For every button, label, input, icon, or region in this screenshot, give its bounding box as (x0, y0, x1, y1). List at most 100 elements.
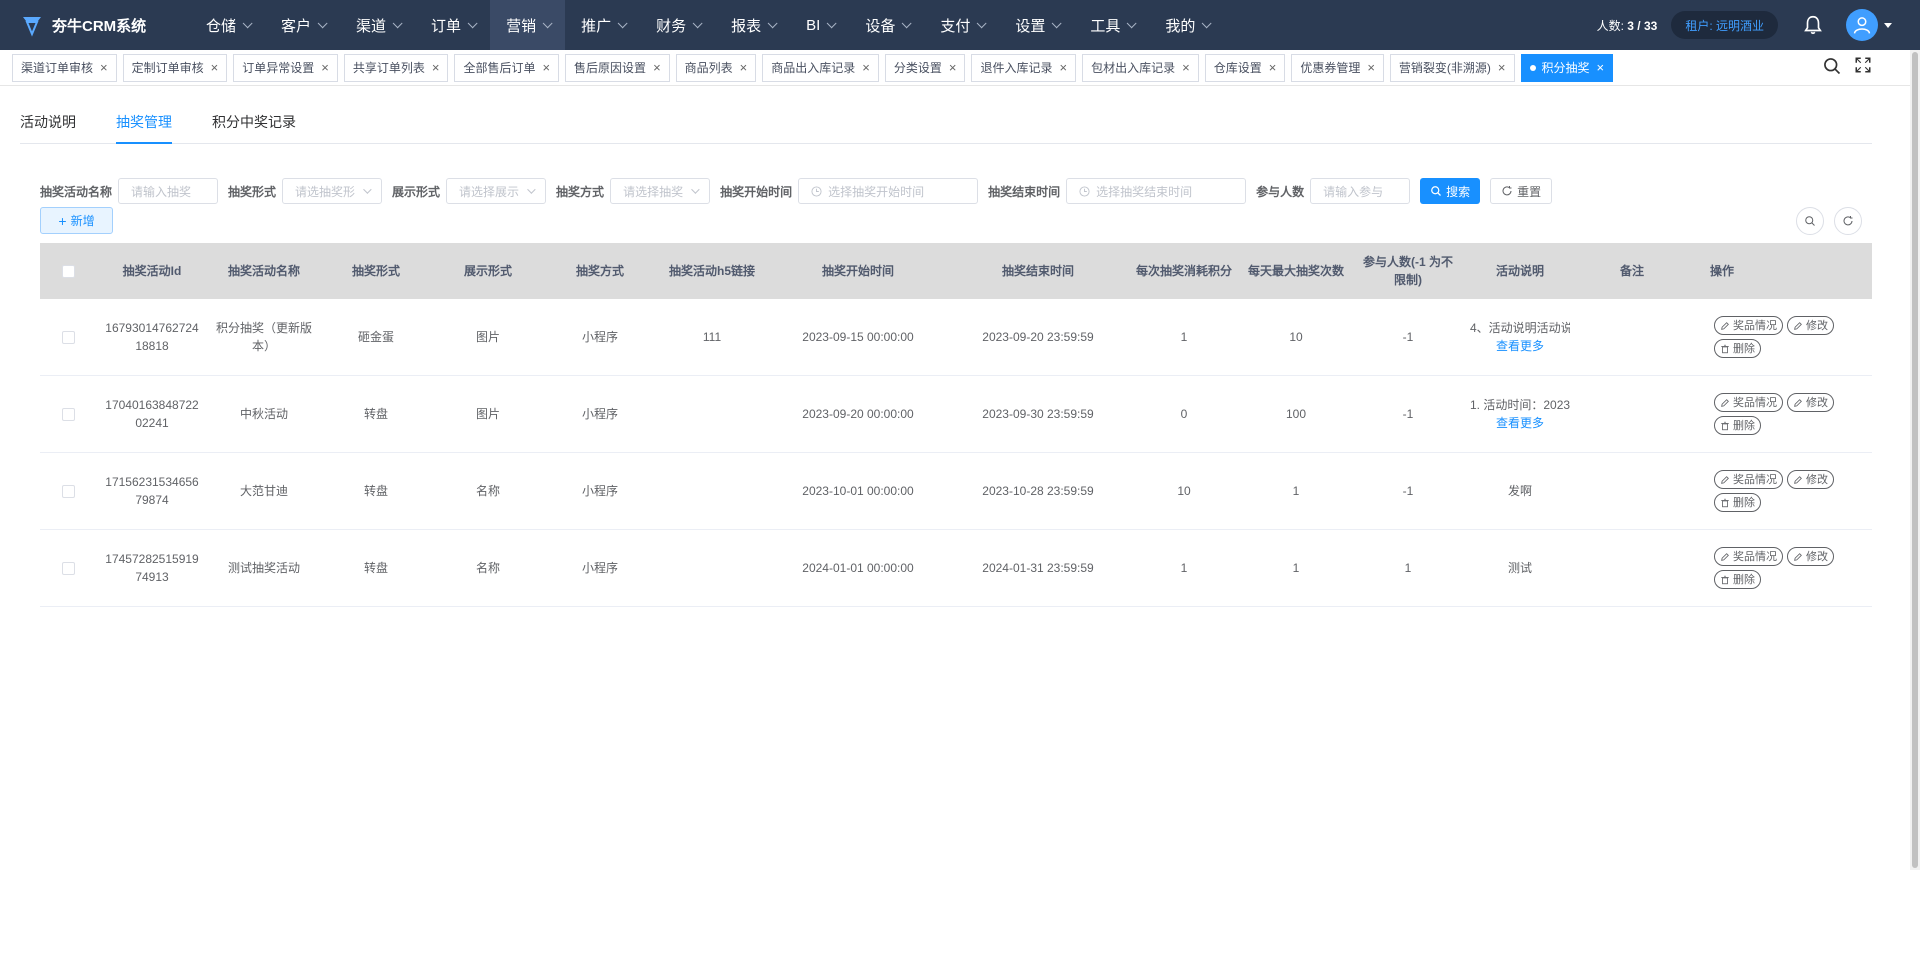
edit-button[interactable]: 修改 (1787, 547, 1834, 566)
tag-item[interactable]: 售后原因设置 × (565, 53, 670, 82)
fullscreen-icon[interactable] (1854, 56, 1872, 74)
nav-item[interactable]: 设备 (849, 0, 924, 50)
logo[interactable]: 夯牛CRM系统 (0, 0, 190, 50)
nav-item[interactable]: 推广 (565, 0, 640, 50)
tag-item[interactable]: 积分抽奖 × (1520, 53, 1614, 82)
close-icon[interactable]: × (432, 60, 440, 75)
row-checkbox[interactable] (61, 484, 75, 498)
nav-item[interactable]: 营销 (490, 0, 566, 50)
row-checkbox[interactable] (61, 407, 75, 421)
nav-item[interactable]: 渠道 (340, 0, 415, 50)
th-desc[interactable]: 活动说明 (1464, 262, 1576, 280)
add-button[interactable]: + 新增 (40, 207, 113, 234)
view-more-link[interactable]: 查看更多 (1470, 337, 1570, 355)
close-icon[interactable]: × (949, 60, 957, 75)
nav-item[interactable]: 财务 (640, 0, 715, 50)
prize-button[interactable]: 奖品情况 (1714, 470, 1783, 489)
close-icon[interactable]: × (211, 60, 219, 75)
tab-item[interactable]: 抽奖管理 (116, 108, 172, 144)
delete-button[interactable]: 删除 (1714, 416, 1761, 435)
th-note[interactable]: 备注 (1576, 262, 1688, 280)
th-cost[interactable]: 每次抽奖消耗积分 (1128, 262, 1240, 280)
th-end[interactable]: 抽奖结束时间 (948, 262, 1128, 280)
people-input[interactable]: 请输入参与 (1310, 178, 1411, 204)
th-form[interactable]: 抽奖形式 (320, 262, 432, 280)
nav-item[interactable]: 报表 (715, 0, 790, 50)
nav-item[interactable]: 我的 (1149, 0, 1224, 50)
close-icon[interactable]: × (542, 60, 550, 75)
tag-item[interactable]: 订单异常设置 × (233, 53, 338, 82)
edit-button[interactable]: 修改 (1787, 393, 1834, 412)
table-row[interactable]: 1715623153465679874 大范甘迪 转盘 名称 小程序 2023-10-01… (40, 453, 1872, 530)
chevron-down-icon[interactable] (1884, 22, 1892, 28)
close-icon[interactable]: × (100, 60, 108, 75)
view-more-link[interactable]: 查看更多 (1470, 414, 1570, 432)
nav-item[interactable]: 仓储 (190, 0, 265, 50)
th-people[interactable]: 参与人数(-1 为不限制) (1352, 253, 1464, 289)
delete-button[interactable]: 删除 (1714, 339, 1761, 358)
prize-button[interactable]: 奖品情况 (1714, 547, 1783, 566)
prize-button[interactable]: 奖品情况 (1714, 316, 1783, 335)
edit-button[interactable]: 修改 (1787, 316, 1834, 335)
tag-item[interactable]: 退件入库记录 × (971, 53, 1077, 82)
bell-icon[interactable] (1802, 14, 1824, 36)
nav-item[interactable]: 支付 (924, 0, 999, 50)
th-start[interactable]: 抽奖开始时间 (768, 262, 948, 280)
th-h5[interactable]: 抽奖活动h5链接 (656, 262, 768, 280)
reset-button[interactable]: 重置 (1490, 178, 1553, 204)
tag-item[interactable]: 营销裂变(非溯源) × (1389, 53, 1515, 82)
th-method[interactable]: 抽奖方式 (544, 262, 656, 280)
th-max[interactable]: 每天最大抽奖次数 (1240, 262, 1352, 280)
start-date-picker[interactable]: 选择抽奖开始时间 (798, 178, 979, 204)
tag-item[interactable]: 分类设置 × (884, 53, 966, 82)
tag-item[interactable]: 渠道订单审核 × (12, 53, 117, 82)
close-icon[interactable]: × (1498, 60, 1506, 75)
tag-item[interactable]: 优惠券管理 × (1291, 53, 1384, 82)
edit-button[interactable]: 修改 (1787, 470, 1834, 489)
tab-item[interactable]: 活动说明 (20, 108, 76, 144)
close-icon[interactable]: × (1182, 60, 1190, 75)
tag-item[interactable]: 商品列表 × (675, 53, 757, 82)
th-name[interactable]: 抽奖活动名称 (208, 262, 320, 280)
prize-button[interactable]: 奖品情况 (1714, 393, 1783, 412)
close-icon[interactable]: × (740, 60, 748, 75)
close-icon[interactable]: × (1269, 60, 1277, 75)
close-icon[interactable]: × (321, 60, 329, 75)
row-checkbox[interactable] (61, 561, 75, 575)
form-select[interactable]: 请选抽奖形 (282, 178, 383, 204)
close-icon[interactable]: × (1367, 60, 1375, 75)
table-row[interactable]: 1704016384872202241 中秋活动 转盘 图片 小程序 2023-09-20… (40, 376, 1872, 453)
tab-item[interactable]: 积分中奖记录 (212, 108, 296, 144)
tag-item[interactable]: 商品出入库记录 × (762, 53, 879, 82)
tag-item[interactable]: 共享订单列表 × (343, 53, 449, 82)
close-icon[interactable]: × (1597, 60, 1605, 75)
nav-item[interactable]: 设置 (999, 0, 1074, 50)
name-input[interactable]: 请输入抽奖 (118, 178, 219, 204)
close-icon[interactable]: × (1060, 60, 1068, 75)
th-id[interactable]: 抽奖活动Id (96, 262, 208, 280)
close-icon[interactable]: × (653, 60, 661, 75)
row-checkbox[interactable] (61, 330, 75, 344)
tenant-badge[interactable]: 租户: 远明酒业 (1671, 11, 1778, 39)
table-row[interactable]: 1679301476272418818 积分抽奖（更新版本） 砸金蛋 图片 小程序 111… (40, 299, 1872, 376)
tag-item[interactable]: 定制订单审核 × (122, 53, 228, 82)
nav-item[interactable]: BI (790, 0, 849, 50)
toggle-search-button[interactable] (1796, 207, 1824, 235)
th-display[interactable]: 展示形式 (432, 262, 544, 280)
table-row[interactable]: 1745728251591974913 测试抽奖活动 转盘 名称 小程序 2024-01-… (40, 530, 1872, 607)
nav-item[interactable]: 订单 (415, 0, 490, 50)
nav-item[interactable]: 客户 (265, 0, 340, 50)
search-icon[interactable] (1822, 56, 1842, 76)
end-date-picker[interactable]: 选择抽奖结束时间 (1066, 178, 1247, 204)
display-select[interactable]: 请选择展示 (446, 178, 547, 204)
refresh-button[interactable] (1834, 207, 1862, 235)
search-button[interactable]: 搜索 (1420, 178, 1481, 204)
tag-item[interactable]: 仓库设置 × (1204, 53, 1286, 82)
delete-button[interactable]: 删除 (1714, 570, 1761, 589)
method-select[interactable]: 请选择抽奖 (610, 178, 711, 204)
nav-item[interactable]: 工具 (1074, 0, 1149, 50)
tag-item[interactable]: 全部售后订单 × (454, 53, 560, 82)
delete-button[interactable]: 删除 (1714, 493, 1761, 512)
scrollbar[interactable] (1910, 50, 1920, 870)
close-icon[interactable]: × (862, 60, 870, 75)
